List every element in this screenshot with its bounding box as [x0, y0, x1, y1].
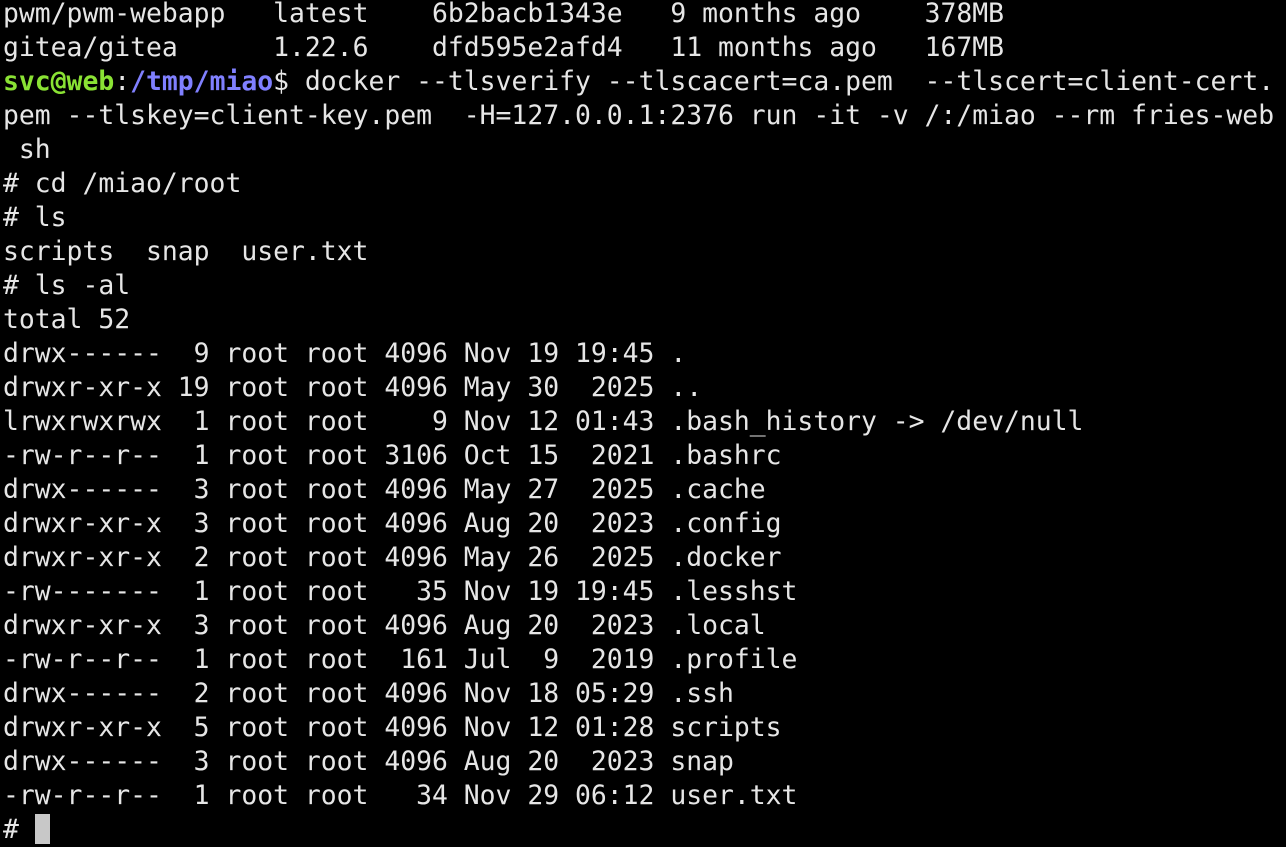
image-size: 167MB	[924, 32, 1005, 63]
image-created: 11 months ago	[670, 32, 877, 63]
terminal-window[interactable]: pwm/pwm-webapp latest 6b2bacb1343e 9 mon…	[3, 0, 1286, 847]
root-prompt: #	[3, 814, 35, 845]
prompt-separator: :	[114, 66, 131, 97]
listing-total: total 52	[3, 304, 131, 335]
image-row: gitea/gitea 1.22.6 dfd595e2afd4 11 month…	[3, 31, 1286, 65]
listing-row: drwx------ 3 root root 4096 May 27 2025 …	[3, 474, 766, 505]
cd-command: # cd /miao/root	[3, 168, 242, 199]
listing-row: -rw------- 1 root root 35 Nov 19 19:45 .…	[3, 576, 798, 607]
listing-row: drwxr-xr-x 2 root root 4096 May 26 2025 …	[3, 542, 782, 573]
prompt-symbol: $	[273, 66, 305, 97]
docker-command-part3: sh	[3, 134, 51, 165]
docker-command-part2: pem --tlskey=client-key.pem -H=127.0.0.1…	[3, 100, 1275, 131]
image-tag: 1.22.6	[273, 32, 369, 63]
listing-row: drwx------ 9 root root 4096 Nov 19 19:45…	[3, 338, 687, 369]
docker-command-part1: docker --tlsverify --tlscacert=ca.pem --…	[304, 66, 1275, 97]
listing-row: -rw-r--r-- 1 root root 3106 Oct 15 2021 …	[3, 440, 782, 471]
prompt-user-host: svc@web	[3, 66, 115, 97]
listing-row: -rw-r--r-- 1 root root 161 Jul 9 2019 .p…	[3, 644, 798, 675]
listing-row: drwxr-xr-x 5 root root 4096 Nov 12 01:28…	[3, 712, 782, 743]
image-row: pwm/pwm-webapp latest 6b2bacb1343e 9 mon…	[3, 0, 1286, 31]
ls-output: scripts snap user.txt	[3, 236, 369, 267]
image-size: 378MB	[924, 0, 1005, 29]
command-line: pem --tlskey=client-key.pem -H=127.0.0.1…	[3, 99, 1286, 133]
image-id: 6b2bacb1343e	[432, 0, 623, 29]
image-repository: gitea/gitea	[3, 32, 178, 63]
listing-row: drwx------ 3 root root 4096 Aug 20 2023 …	[3, 746, 734, 777]
ls-al-command: # ls -al	[3, 270, 131, 301]
listing-row: drwx------ 2 root root 4096 Nov 18 05:29…	[3, 678, 734, 709]
image-repository: pwm/pwm-webapp	[3, 0, 226, 29]
image-id: dfd595e2afd4	[432, 32, 623, 63]
listing-row: drwxr-xr-x 3 root root 4096 Aug 20 2023 …	[3, 508, 782, 539]
text-cursor	[34, 814, 50, 844]
listing-row: drwxr-xr-x 3 root root 4096 Aug 20 2023 …	[3, 610, 766, 641]
listing-row: -rw-r--r-- 1 root root 34 Nov 29 06:12 u…	[3, 780, 798, 811]
listing-row: drwxr-xr-x 19 root root 4096 May 30 2025…	[3, 372, 703, 403]
command-line: sh	[3, 133, 1286, 167]
ls-command: # ls	[3, 202, 67, 233]
prompt-path: /tmp/miao	[130, 66, 274, 97]
image-created: 9 months ago	[670, 0, 862, 29]
command-line: svc@web:/tmp/miao$ docker --tlsverify --…	[3, 65, 1286, 99]
image-tag: latest	[273, 0, 369, 29]
listing-row: lrwxrwxrwx 1 root root 9 Nov 12 01:43 .b…	[3, 406, 1084, 437]
